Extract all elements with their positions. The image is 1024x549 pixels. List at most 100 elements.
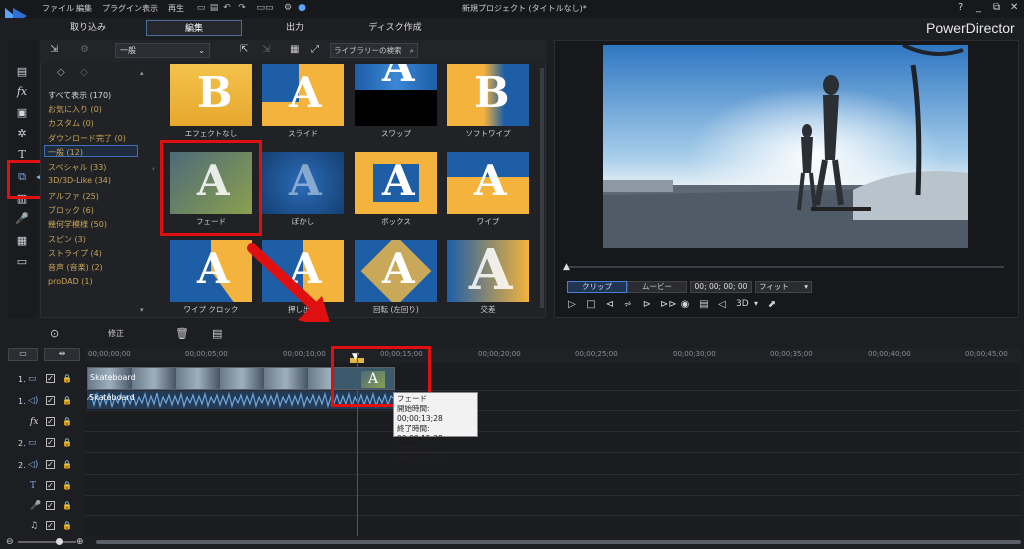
menu-edit[interactable]: 編集 bbox=[76, 3, 92, 14]
category-item[interactable]: 一般 (12) bbox=[48, 147, 83, 158]
track-enable-checkbox[interactable]: ✓ bbox=[46, 438, 55, 447]
volume-button[interactable]: ◁ bbox=[716, 299, 728, 310]
fix-button[interactable]: 修正 bbox=[108, 328, 124, 339]
resolution-icon[interactable]: ▭▭ bbox=[254, 3, 276, 14]
hscroll-thumb[interactable] bbox=[96, 540, 1021, 544]
thumb-slide[interactable]: A bbox=[262, 64, 344, 126]
track-enable-checkbox[interactable]: ✓ bbox=[46, 374, 55, 383]
thumb-wipe[interactable]: A bbox=[447, 152, 529, 214]
thumb-box[interactable]: A bbox=[355, 152, 437, 214]
import-media-icon[interactable]: ⇲ bbox=[50, 44, 58, 55]
chapter-room-icon[interactable]: ▦ bbox=[15, 234, 29, 248]
tab-capture[interactable]: 取り込み bbox=[48, 20, 128, 36]
lock-icon[interactable]: 🔒 bbox=[62, 521, 72, 530]
next-frame-button[interactable]: ⊳ bbox=[641, 299, 653, 310]
category-item[interactable]: ダウンロード完了 (0) bbox=[48, 133, 126, 144]
track-enable-checkbox[interactable]: ✓ bbox=[46, 396, 55, 405]
tab-edit[interactable]: 編集 bbox=[146, 20, 242, 36]
tab-produce[interactable]: 出力 bbox=[250, 20, 340, 36]
fast-forward-button[interactable]: ⊳⊳ bbox=[660, 299, 677, 310]
zoom-slider-handle[interactable] bbox=[56, 538, 63, 545]
timecode-display[interactable]: 00; 00; 00; 00 bbox=[690, 281, 752, 293]
fit-timeline-icon[interactable]: ⇹ bbox=[44, 348, 80, 361]
import-icon[interactable]: ▭ bbox=[195, 3, 207, 14]
category-item[interactable]: 音声 (音楽) (2) bbox=[48, 262, 103, 273]
category-item[interactable]: すべて表示 (170) bbox=[48, 90, 111, 101]
zoom-out-icon[interactable]: ⊖ bbox=[6, 537, 14, 547]
prev-frame-button[interactable]: ⊲ bbox=[604, 299, 616, 310]
cat-scroll-up-icon[interactable]: ▴ bbox=[140, 69, 144, 77]
category-item[interactable]: 3D/3D-Like (34) bbox=[48, 176, 111, 185]
particle-room-icon[interactable]: ✲ bbox=[15, 127, 29, 141]
settings-icon[interactable]: ⚙ bbox=[282, 3, 294, 14]
pip-room-icon[interactable]: ▣ bbox=[15, 106, 29, 120]
cat-scroll-down-icon[interactable]: ▾ bbox=[140, 306, 144, 314]
thumb-rotate-left[interactable]: A bbox=[355, 240, 437, 302]
help-button[interactable]: ? bbox=[958, 2, 963, 13]
undo-icon[interactable]: ↶ bbox=[221, 3, 233, 14]
upgrade-icon[interactable]: ● bbox=[296, 3, 308, 14]
minimize-button[interactable]: _ bbox=[976, 2, 981, 13]
track-enable-checkbox[interactable]: ✓ bbox=[46, 501, 55, 510]
track-enable-checkbox[interactable]: ✓ bbox=[46, 417, 55, 426]
menu-play[interactable]: 再生 bbox=[168, 3, 184, 14]
properties-icon[interactable]: ▤ bbox=[212, 327, 222, 340]
thumb-swap[interactable]: A bbox=[355, 64, 437, 126]
zoom-in-icon[interactable]: ⊕ bbox=[76, 537, 84, 547]
add-to-timeline-icon[interactable]: ⇱ bbox=[240, 44, 248, 55]
voiceover-room-icon[interactable]: 🎤 bbox=[15, 212, 29, 226]
menu-file[interactable]: ファイル bbox=[42, 3, 74, 14]
snapshot-button[interactable]: ◉ bbox=[679, 299, 691, 310]
category-item[interactable]: ストライプ (4) bbox=[48, 248, 102, 259]
subtitle-room-icon[interactable]: ▭ bbox=[15, 255, 29, 269]
clip-mode-tab[interactable]: クリップ bbox=[567, 281, 627, 293]
preview-seek-bar[interactable] bbox=[568, 266, 1004, 268]
library-search[interactable]: ライブラリーの検索 ⌕ bbox=[330, 43, 418, 58]
thumb-cross[interactable]: A bbox=[447, 240, 529, 302]
thumb-size-icon[interactable]: ⤢ bbox=[311, 44, 319, 55]
favorite-add-icon[interactable]: ◇ bbox=[57, 67, 65, 78]
close-button[interactable]: ✕ bbox=[1010, 2, 1018, 13]
category-item[interactable]: スペシャル (33) bbox=[48, 162, 106, 173]
category-item[interactable]: アルファ (25) bbox=[48, 191, 99, 202]
track-manager-icon[interactable]: ▭ bbox=[8, 348, 38, 361]
menu-plugin[interactable]: プラグイン bbox=[102, 3, 142, 14]
save-icon[interactable]: ▤ bbox=[208, 3, 220, 14]
category-item[interactable]: お気に入り (0) bbox=[48, 104, 102, 115]
lock-icon[interactable]: 🔒 bbox=[62, 460, 72, 469]
track-enable-checkbox[interactable]: ✓ bbox=[46, 460, 55, 469]
timeline-hscroll[interactable] bbox=[88, 538, 1023, 546]
seek-handle-icon[interactable]: ▲ bbox=[563, 262, 570, 272]
stop-button[interactable]: □ bbox=[585, 299, 597, 310]
view-mode-icon[interactable]: ▦ bbox=[290, 44, 299, 55]
play-button[interactable]: ▷ bbox=[566, 299, 578, 310]
undock-button[interactable]: ⬈ bbox=[766, 299, 778, 310]
collapse-panel-icon[interactable]: ‹ bbox=[152, 165, 155, 173]
tools-menu-icon[interactable]: ⊙ bbox=[50, 327, 59, 340]
redo-icon[interactable]: ↷ bbox=[236, 3, 248, 14]
lock-icon[interactable]: 🔒 bbox=[62, 417, 72, 426]
category-item[interactable]: スピン (3) bbox=[48, 234, 86, 245]
menu-view[interactable]: 表示 bbox=[142, 3, 158, 14]
subtitle-button[interactable]: ▤ bbox=[698, 299, 710, 310]
zoom-select[interactable]: フィット ▾ bbox=[755, 281, 812, 293]
category-item[interactable]: proDAD (1) bbox=[48, 277, 93, 286]
delete-icon[interactable]: 🗑 bbox=[175, 327, 189, 340]
lock-icon[interactable]: 🔒 bbox=[62, 396, 72, 405]
thumb-soft-wipe[interactable]: B bbox=[447, 64, 529, 126]
library-scrollbar[interactable] bbox=[540, 68, 544, 308]
lock-icon[interactable]: 🔒 bbox=[62, 501, 72, 510]
category-item[interactable]: ブロック (6) bbox=[48, 205, 94, 216]
zoom-slider[interactable] bbox=[18, 541, 76, 543]
movie-mode-tab[interactable]: ムービー bbox=[627, 281, 687, 293]
lock-icon[interactable]: 🔒 bbox=[62, 438, 72, 447]
3d-dropdown-icon[interactable]: ▾ bbox=[754, 299, 758, 308]
media-room-icon[interactable]: ▤ bbox=[15, 65, 29, 79]
lock-icon[interactable]: 🔒 bbox=[62, 374, 72, 383]
split-button[interactable]: ⩫ bbox=[622, 299, 634, 310]
track-enable-checkbox[interactable]: ✓ bbox=[46, 481, 55, 490]
lock-icon[interactable]: 🔒 bbox=[62, 481, 72, 490]
thumb-no-effect[interactable]: B bbox=[170, 64, 252, 126]
restore-button[interactable]: ⧉ bbox=[993, 2, 1000, 13]
category-item[interactable]: カスタム (0) bbox=[48, 118, 94, 129]
